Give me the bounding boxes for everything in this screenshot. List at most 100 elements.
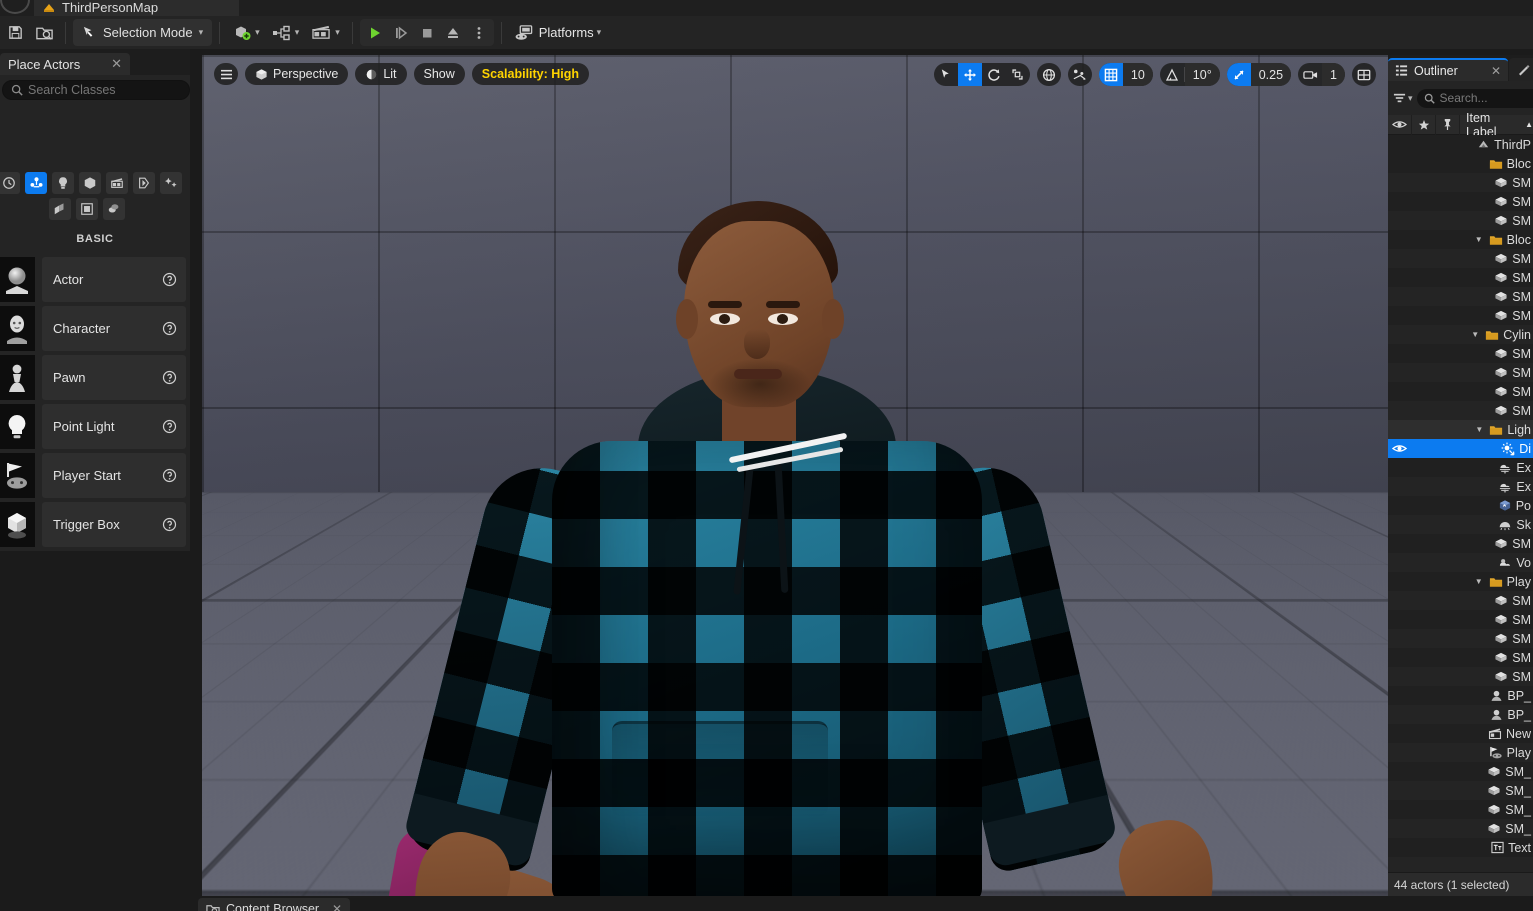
help-icon[interactable] — [162, 517, 177, 532]
browse-content-icon[interactable] — [31, 19, 58, 46]
outliner-row[interactable]: Bloc — [1388, 154, 1533, 173]
selection-mode-button[interactable]: Selection Mode ▾ — [73, 19, 213, 46]
outliner-row[interactable]: SM — [1388, 344, 1533, 363]
viewport-layout-icon[interactable] — [1352, 63, 1376, 86]
play-step-icon[interactable] — [388, 19, 414, 46]
place-actor-item-character[interactable]: Character — [0, 304, 190, 353]
angle-snap-value[interactable]: 10° — [1184, 63, 1220, 86]
outliner-row[interactable]: SM — [1388, 534, 1533, 553]
scale-icon[interactable] — [1006, 63, 1030, 86]
outliner-search[interactable] — [1416, 88, 1533, 108]
cinematics-button[interactable]: ▾ — [306, 19, 345, 46]
outliner-row[interactable]: Vo — [1388, 553, 1533, 572]
expander-triangle-icon[interactable]: ▼ — [1469, 330, 1481, 339]
outliner-row[interactable]: SM — [1388, 363, 1533, 382]
place-actor-item-point-light[interactable]: Point Light — [0, 402, 190, 451]
camera-icon[interactable] — [1298, 63, 1322, 86]
outliner-row[interactable]: SM — [1388, 401, 1533, 420]
play-icon[interactable] — [362, 19, 388, 46]
expander-triangle-icon[interactable]: ▼ — [1473, 577, 1485, 586]
expander-triangle-icon[interactable]: ▼ — [1473, 425, 1485, 434]
viewport-viewmode-button[interactable]: Lit — [355, 63, 407, 85]
outliner-row[interactable]: BP_ — [1388, 686, 1533, 705]
stop-icon[interactable] — [414, 19, 440, 46]
arrow-cursor-icon[interactable] — [934, 63, 958, 86]
world-globe-icon[interactable] — [1037, 63, 1061, 86]
place-actors-tab[interactable]: Place Actors ✕ — [0, 53, 130, 75]
close-icon[interactable]: ✕ — [111, 56, 122, 72]
column-pin[interactable] — [1436, 114, 1460, 135]
outliner-row[interactable]: SM — [1388, 382, 1533, 401]
category-cinematic[interactable] — [106, 172, 128, 194]
outliner-tree[interactable]: ThirdP Bloc SM SM SM ▼ Bloc SM SM SM SM ▼ Cylin SM SM S… — [1388, 135, 1533, 871]
outliner-row[interactable]: SM — [1388, 667, 1533, 686]
category-basic[interactable] — [25, 172, 47, 194]
save-icon[interactable] — [2, 19, 29, 46]
scale-snap-icon[interactable] — [1226, 63, 1251, 86]
outliner-row[interactable]: Di — [1388, 439, 1533, 458]
viewport-scalability-button[interactable]: Scalability: High — [471, 63, 590, 85]
viewport-camera-button[interactable]: Perspective — [245, 63, 349, 85]
place-actor-item-actor[interactable]: Actor — [0, 255, 190, 304]
outliner-row[interactable]: SM — [1388, 629, 1533, 648]
expander-triangle-icon[interactable]: ▼ — [1473, 235, 1485, 244]
scale-snap-value[interactable]: 0.25 — [1250, 63, 1292, 86]
category-visual-effects[interactable] — [133, 172, 155, 194]
grid-icon[interactable] — [1098, 63, 1123, 86]
add-actor-button[interactable]: ▾ — [227, 19, 265, 46]
viewport-show-button[interactable]: Show — [413, 63, 465, 85]
platforms-button[interactable]: Platforms ▾ — [509, 19, 606, 46]
rotate-icon[interactable] — [982, 63, 1006, 86]
angle-icon[interactable] — [1160, 63, 1184, 86]
more-options-icon[interactable] — [466, 19, 492, 46]
help-icon[interactable] — [162, 419, 177, 434]
category-more-classes[interactable] — [103, 198, 125, 220]
surface-snap-icon[interactable] — [1068, 63, 1092, 86]
outliner-row[interactable]: Sk — [1388, 515, 1533, 534]
outliner-row[interactable]: SM — [1388, 287, 1533, 306]
help-icon[interactable] — [162, 272, 177, 287]
outliner-row[interactable]: SM — [1388, 306, 1533, 325]
outliner-row[interactable]: SM_ — [1388, 819, 1533, 838]
viewport-menu-icon[interactable] — [214, 63, 238, 85]
outliner-tab[interactable]: Outliner ✕ — [1388, 58, 1508, 81]
outliner-row[interactable]: Ex — [1388, 477, 1533, 496]
outliner-row[interactable]: ThirdP — [1388, 135, 1533, 154]
help-icon[interactable] — [162, 370, 177, 385]
outliner-row[interactable]: SM — [1388, 173, 1533, 192]
column-favorite[interactable] — [1412, 114, 1436, 135]
filter-button[interactable]: ▾ — [1391, 88, 1415, 108]
outliner-row[interactable]: SM — [1388, 211, 1533, 230]
category-geometry[interactable] — [49, 198, 71, 220]
outliner-row[interactable]: ▼ Cylin — [1388, 325, 1533, 344]
outliner-row[interactable]: SM_ — [1388, 762, 1533, 781]
outliner-search-input[interactable] — [1439, 91, 1533, 105]
third-person-character[interactable] — [384, 173, 1232, 896]
camera-speed-value[interactable]: 1 — [1322, 63, 1345, 86]
outliner-row[interactable]: SM — [1388, 648, 1533, 667]
level-viewport[interactable]: Perspective Lit Show Scalability: High 1… — [202, 55, 1388, 896]
category-shapes[interactable] — [79, 172, 101, 194]
content-browser-tab[interactable]: Content Browser ✕ — [198, 898, 350, 911]
outliner-row[interactable]: Text — [1388, 838, 1533, 857]
column-item-label[interactable]: Item Label ▲ — [1460, 111, 1533, 139]
search-classes-input[interactable] — [28, 83, 189, 97]
move-icon[interactable] — [957, 63, 982, 86]
category-recently-placed[interactable] — [0, 172, 20, 194]
eye-icon[interactable] — [1388, 443, 1410, 454]
close-icon[interactable]: ✕ — [332, 902, 342, 911]
place-actors-search[interactable] — [2, 80, 190, 100]
place-actor-item-player-start[interactable]: Player Start — [0, 451, 190, 500]
outliner-row[interactable]: ▼ Ligh — [1388, 420, 1533, 439]
outliner-row[interactable]: Ex — [1388, 458, 1533, 477]
outliner-row[interactable]: SM — [1388, 268, 1533, 287]
help-icon[interactable] — [162, 321, 177, 336]
category-volumes[interactable] — [160, 172, 182, 194]
outliner-row[interactable]: New — [1388, 724, 1533, 743]
blueprints-button[interactable]: ▾ — [267, 19, 305, 46]
outliner-row[interactable]: Play — [1388, 743, 1533, 762]
category-lights[interactable] — [52, 172, 74, 194]
outliner-row[interactable]: SM_ — [1388, 781, 1533, 800]
details-tab[interactable] — [1509, 58, 1533, 81]
place-actor-item-pawn[interactable]: Pawn — [0, 353, 190, 402]
